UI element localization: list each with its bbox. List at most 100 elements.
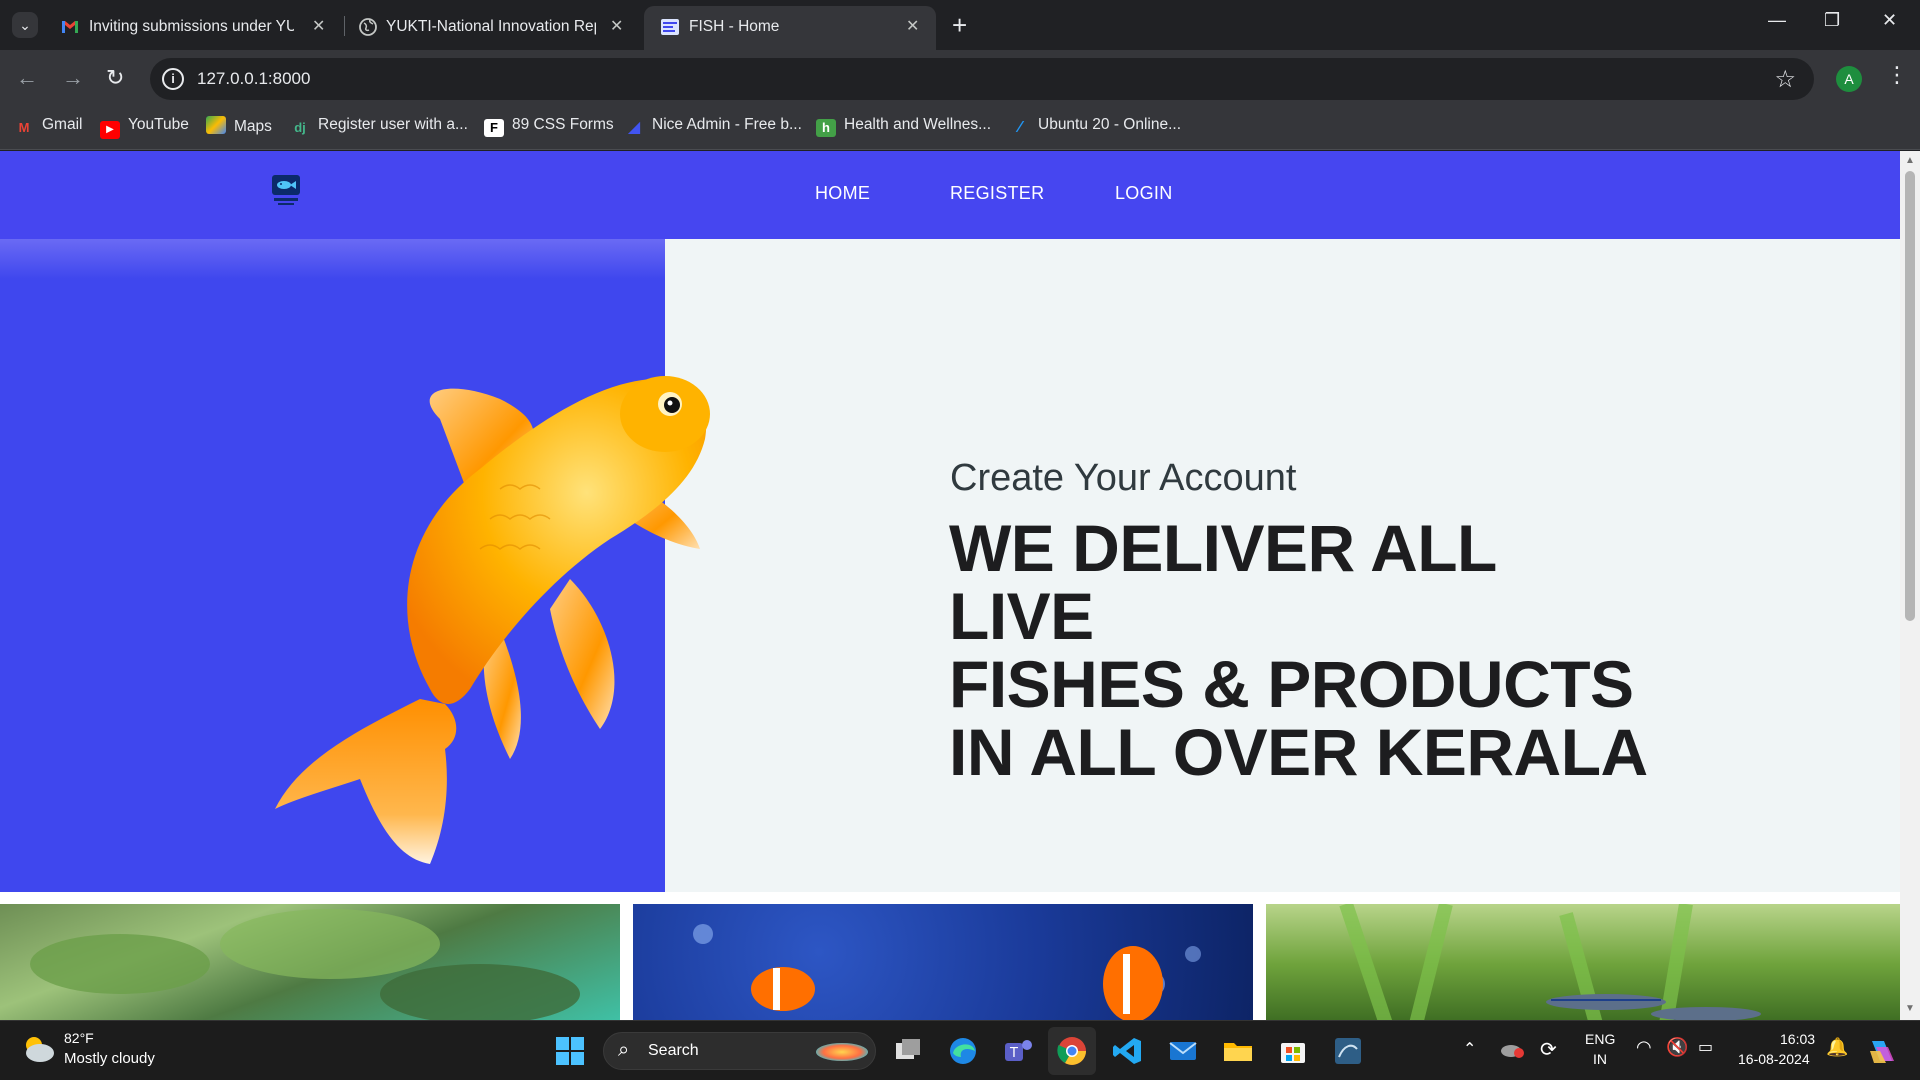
globe-icon xyxy=(359,18,377,36)
weather-desc[interactable]: Mostly cloudy xyxy=(64,1050,155,1067)
fish-site-icon xyxy=(661,19,679,35)
bookmarks-bar: M Gmail ▶ YouTube Maps dj Register user wit… xyxy=(0,108,1920,150)
window-close-icon[interactable]: ✕ xyxy=(1882,10,1897,31)
hero-title-line: WE DELIVER ALL LIVE xyxy=(949,511,1496,653)
tab-search-button[interactable]: ⌄ xyxy=(12,12,38,38)
chrome-icon[interactable] xyxy=(1056,1035,1088,1067)
bookmark-label: Nice Admin - Free b... xyxy=(652,116,802,133)
gallery-row xyxy=(0,904,1900,1020)
freefrontend-icon: F xyxy=(484,119,504,137)
forward-icon[interactable]: → xyxy=(62,65,84,91)
search-label: Search xyxy=(648,1042,699,1059)
back-icon[interactable]: ← xyxy=(16,65,38,91)
tray-overflow-icon[interactable]: ⌃ xyxy=(1463,1039,1476,1059)
close-icon[interactable]: ✕ xyxy=(906,16,919,36)
reload-icon[interactable]: ↻ xyxy=(106,65,124,91)
scroll-up-icon[interactable]: ▲ xyxy=(1905,155,1915,166)
teams-icon[interactable]: T xyxy=(1002,1035,1034,1067)
windows-start-icon[interactable] xyxy=(555,1036,585,1066)
tab-gmail[interactable]: Inviting submissions under YUK ✕ xyxy=(44,6,334,50)
onworks-icon: ⁄ xyxy=(1018,119,1022,136)
clock-time[interactable]: 16:03 xyxy=(1780,1031,1815,1047)
search-icon: ⌕ xyxy=(618,1039,630,1061)
url-text[interactable]: 127.0.0.1:8000 xyxy=(197,69,310,89)
sync-icon[interactable]: ⟳ xyxy=(1540,1037,1557,1062)
zebrafish-image xyxy=(1266,904,1900,1020)
cloudy-weather-icon[interactable] xyxy=(20,1033,56,1065)
site-navbar: HOME REGISTER LOGIN xyxy=(0,151,1900,239)
bookmark-health[interactable]: h Health and Wellnes... xyxy=(816,116,991,140)
mysql-workbench-icon[interactable] xyxy=(1332,1035,1364,1067)
bookmark-star-icon[interactable]: ☆ xyxy=(1774,65,1796,94)
wifi-icon[interactable]: ◠ xyxy=(1636,1037,1652,1058)
weather-temp[interactable]: 82°F xyxy=(64,1030,94,1046)
task-view-icon[interactable] xyxy=(892,1035,924,1067)
tab-title: Inviting submissions under YUK xyxy=(89,18,294,35)
address-bar[interactable]: i 127.0.0.1:8000 ☆ xyxy=(150,58,1814,100)
svg-text:T: T xyxy=(1009,1046,1018,1061)
bookmark-youtube[interactable]: ▶ YouTube xyxy=(100,116,189,140)
profile-avatar[interactable]: A xyxy=(1836,66,1862,92)
nav-home[interactable]: HOME xyxy=(815,183,870,204)
bookmark-label: Gmail xyxy=(42,116,83,133)
bookmark-register-user[interactable]: dj Register user with a... xyxy=(290,116,468,140)
bookmark-label: Ubuntu 20 - Online... xyxy=(1038,116,1182,133)
taskbar-search[interactable]: ⌕ Search xyxy=(603,1032,876,1070)
django-icon: dj xyxy=(294,120,306,135)
bookmark-gmail[interactable]: M Gmail xyxy=(14,116,83,140)
restore-icon[interactable]: ❐ xyxy=(1824,10,1840,31)
page-scrollbar[interactable]: ▲ ▼ xyxy=(1900,151,1920,1020)
chevron-down-icon: ⌄ xyxy=(19,17,31,33)
youtube-icon: ▶ xyxy=(100,121,120,139)
language-bottom[interactable]: IN xyxy=(1593,1051,1607,1067)
tab-yukti[interactable]: YUKTI-National Innovation Repo ✕ xyxy=(342,6,642,50)
scroll-thumb[interactable] xyxy=(1905,171,1915,621)
nav-login[interactable]: LOGIN xyxy=(1115,183,1173,204)
vscode-icon[interactable] xyxy=(1112,1035,1144,1067)
menu-kebab-icon[interactable]: ⋮ xyxy=(1886,62,1908,88)
minimize-icon[interactable]: — xyxy=(1768,10,1786,31)
nav-register[interactable]: REGISTER xyxy=(950,183,1044,204)
bookmark-css-forms[interactable]: F 89 CSS Forms xyxy=(484,116,614,140)
tab-fish-home[interactable]: FISH - Home ✕ xyxy=(644,6,936,50)
bookmark-maps[interactable]: Maps xyxy=(206,116,272,140)
hero-section: Create Your Account WE DELIVER ALL LIVE … xyxy=(0,239,1900,892)
clock-date[interactable]: 16-08-2024 xyxy=(1738,1051,1810,1067)
file-explorer-icon[interactable] xyxy=(1222,1035,1254,1067)
volume-muted-icon[interactable]: 🔇 xyxy=(1666,1037,1688,1058)
fish-logo-icon[interactable] xyxy=(270,173,302,209)
mail-icon[interactable] xyxy=(1167,1035,1199,1067)
bookmark-label: Register user with a... xyxy=(318,116,468,133)
close-icon[interactable]: ✕ xyxy=(312,16,325,36)
close-icon[interactable]: ✕ xyxy=(610,16,623,36)
microsoft-store-icon[interactable] xyxy=(1277,1035,1309,1067)
site-info-icon[interactable]: i xyxy=(162,68,184,90)
copilot-icon[interactable] xyxy=(1866,1035,1898,1067)
h-icon: h xyxy=(816,119,836,137)
language-top[interactable]: ENG xyxy=(1585,1031,1615,1047)
clownfish-image xyxy=(633,904,1253,1020)
windows-taskbar: 82°F Mostly cloudy ⌕ Search T ⌃ ⟳ ENG IN… xyxy=(0,1020,1920,1080)
bookmark-ubuntu[interactable]: ⁄ Ubuntu 20 - Online... xyxy=(1010,116,1181,140)
browser-tab-strip: ⌄ Inviting submissions under YUK ✕ YUKTI… xyxy=(0,0,1920,50)
battery-icon[interactable]: ▭ xyxy=(1698,1037,1713,1057)
gmail-icon: M xyxy=(18,120,30,135)
edge-icon[interactable] xyxy=(947,1035,979,1067)
tab-title: YUKTI-National Innovation Repo xyxy=(386,18,596,35)
tab-title: FISH - Home xyxy=(689,18,780,35)
clownfish-shapes xyxy=(693,924,1201,1020)
notification-bell-icon[interactable]: 🔔 xyxy=(1826,1037,1848,1058)
search-highlight-icon xyxy=(816,1043,868,1061)
gmail-icon xyxy=(62,21,78,33)
bookmark-nice-admin[interactable]: ◢ Nice Admin - Free b... xyxy=(624,116,802,140)
hero-title-line: IN ALL OVER KERALA xyxy=(949,715,1648,789)
hero-title: WE DELIVER ALL LIVE FISHES & PRODUCTS IN… xyxy=(949,514,1649,786)
page-viewport: HOME REGISTER LOGIN Create Your Account … xyxy=(0,151,1900,1020)
bookmark-label: YouTube xyxy=(128,116,189,133)
plants-leaves-shape xyxy=(30,909,580,1020)
new-tab-button[interactable]: + xyxy=(952,10,967,41)
bookmark-label: 89 CSS Forms xyxy=(512,116,614,133)
scroll-down-icon[interactable]: ▼ xyxy=(1905,1003,1915,1014)
onedrive-error-icon[interactable] xyxy=(1500,1039,1524,1059)
zebrafish-shapes xyxy=(1339,904,1761,1020)
